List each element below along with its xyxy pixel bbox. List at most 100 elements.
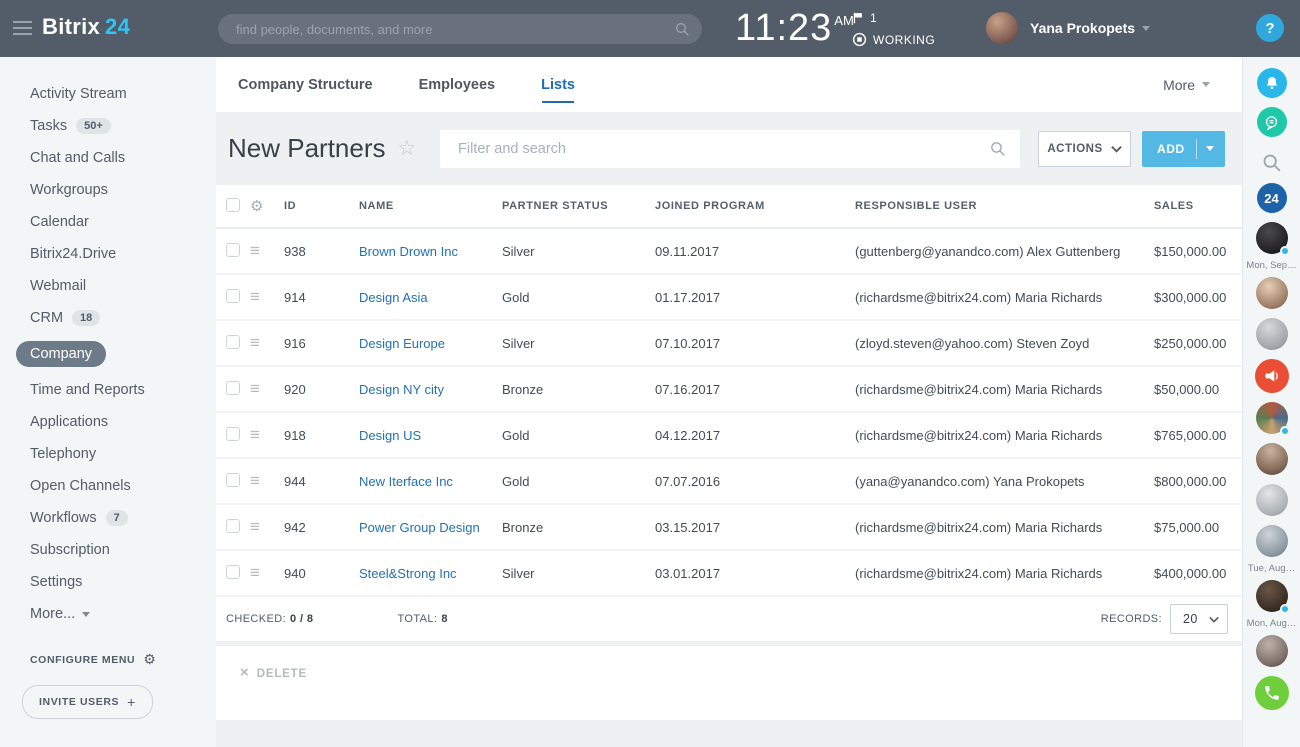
sidebar-item-calendar[interactable]: Calendar (0, 206, 216, 238)
row-checkbox[interactable] (226, 335, 240, 349)
chat-avatar[interactable] (1256, 580, 1288, 612)
partner-name-link[interactable]: Design NY city (359, 382, 444, 397)
sidebar-item-open-channels[interactable]: Open Channels (0, 470, 216, 502)
chat-avatar[interactable] (1256, 443, 1288, 475)
working-status[interactable]: WORKING (852, 32, 935, 47)
row-menu-icon[interactable]: ≡ (250, 333, 260, 352)
partner-name-link[interactable]: Steel&Strong Inc (359, 566, 457, 581)
telephony-button[interactable] (1255, 676, 1289, 710)
row-menu-icon[interactable]: ≡ (250, 379, 260, 398)
row-checkbox[interactable] (226, 289, 240, 303)
checked-value: 0 / 8 (290, 613, 313, 625)
tab-lists[interactable]: Lists (541, 77, 575, 93)
filter-input[interactable] (440, 141, 989, 157)
partner-name-link[interactable]: New Iterface Inc (359, 474, 453, 489)
column-header-status[interactable]: PARTNER STATUS (502, 200, 655, 212)
chat-avatar[interactable] (1256, 222, 1288, 254)
sidebar-item-subscription[interactable]: Subscription (0, 534, 216, 566)
chat-avatar[interactable] (1256, 402, 1288, 434)
bulk-delete-button[interactable]: × DELETE (216, 646, 1242, 720)
row-checkbox[interactable] (226, 243, 240, 257)
sidebar-item-workflows[interactable]: Workflows 7 (0, 502, 216, 534)
table-row[interactable]: ≡ 914 Design Asia Gold 01.17.2017 (richa… (216, 275, 1242, 321)
menu-icon[interactable] (13, 21, 32, 39)
partner-name-link[interactable]: Design US (359, 428, 421, 443)
sidebar-item-chat-and-calls[interactable]: Chat and Calls (0, 142, 216, 174)
chat-avatar[interactable] (1256, 484, 1288, 516)
search-icon[interactable] (989, 140, 1006, 157)
user-menu[interactable]: Yana Prokopets (986, 12, 1150, 44)
bitrix24-badge[interactable]: 24 (1257, 183, 1287, 213)
select-all-checkbox[interactable] (226, 198, 240, 212)
global-search-input[interactable] (218, 22, 674, 37)
row-menu-icon[interactable]: ≡ (250, 287, 260, 306)
actions-button[interactable]: ACTIONS (1038, 131, 1131, 167)
invite-users-button[interactable]: INVITE USERS + (22, 685, 153, 719)
add-dropdown-icon[interactable] (1206, 146, 1214, 151)
flag-counter[interactable]: 1 (852, 11, 935, 25)
chat-avatar[interactable] (1256, 277, 1288, 309)
chat-avatar[interactable] (1256, 318, 1288, 350)
sidebar-item-telephony[interactable]: Telephony (0, 438, 216, 470)
announcements-button[interactable] (1255, 359, 1289, 393)
bitrix24-logo[interactable]: Bitrix24 (42, 14, 130, 40)
table-row[interactable]: ≡ 942 Power Group Design Bronze 03.15.20… (216, 505, 1242, 551)
column-header-responsible[interactable]: RESPONSIBLE USER (855, 200, 1154, 212)
sidebar-item-webmail[interactable]: Webmail (0, 270, 216, 302)
logo-brand: Bitrix (42, 14, 100, 39)
table-row[interactable]: ≡ 916 Design Europe Silver 07.10.2017 (z… (216, 321, 1242, 367)
row-menu-icon[interactable]: ≡ (250, 471, 260, 490)
table-footer: CHECKED: 0 / 8 TOTAL: 8 RECORDS: 20 (216, 597, 1242, 641)
sidebar-item-applications[interactable]: Applications (0, 406, 216, 438)
row-menu-icon[interactable]: ≡ (250, 517, 260, 536)
cell-sales: $400,000.00 (1154, 566, 1242, 581)
row-checkbox[interactable] (226, 565, 240, 579)
row-menu-icon[interactable]: ≡ (250, 563, 260, 582)
chat-avatar[interactable] (1256, 525, 1288, 557)
sidebar-item-tasks[interactable]: Tasks 50+ (0, 110, 216, 142)
table-row[interactable]: ≡ 938 Brown Drown Inc Silver 09.11.2017 … (216, 229, 1242, 275)
sidebar-item-company[interactable]: Company (0, 334, 216, 374)
sidebar-item-crm[interactable]: CRM 18 (0, 302, 216, 334)
chat-button[interactable] (1257, 107, 1287, 137)
partner-name-link[interactable]: Design Asia (359, 290, 428, 305)
partner-name-link[interactable]: Design Europe (359, 336, 445, 351)
grid-settings-gear-icon[interactable]: ⚙ (250, 198, 264, 215)
row-checkbox[interactable] (226, 473, 240, 487)
table-row[interactable]: ≡ 920 Design NY city Bronze 07.16.2017 (… (216, 367, 1242, 413)
rail-search-icon[interactable] (1261, 152, 1282, 173)
partner-name-link[interactable]: Power Group Design (359, 520, 480, 535)
add-button[interactable]: ADD (1142, 131, 1225, 167)
row-checkbox[interactable] (226, 381, 240, 395)
row-menu-icon[interactable]: ≡ (250, 241, 260, 260)
chat-avatar[interactable] (1256, 635, 1288, 667)
sidebar-item-time-and-reports[interactable]: Time and Reports (0, 374, 216, 406)
sidebar-item-more-[interactable]: More... (0, 598, 216, 630)
column-header-name[interactable]: NAME (359, 200, 502, 212)
records-select[interactable]: 20 (1170, 604, 1228, 634)
filter-search[interactable] (440, 130, 1020, 168)
help-button[interactable]: ? (1256, 14, 1284, 42)
row-checkbox[interactable] (226, 427, 240, 441)
column-header-sales[interactable]: SALES (1154, 200, 1242, 212)
sidebar-item-workgroups[interactable]: Workgroups (0, 174, 216, 206)
sidebar-item-activity-stream[interactable]: Activity Stream (0, 78, 216, 110)
favorite-star-icon[interactable]: ☆ (398, 136, 417, 161)
global-search[interactable] (218, 14, 702, 44)
configure-menu-button[interactable]: CONFIGURE MENU ⚙ (0, 651, 216, 668)
table-row[interactable]: ≡ 918 Design US Gold 04.12.2017 (richard… (216, 413, 1242, 459)
sidebar-item-settings[interactable]: Settings (0, 566, 216, 598)
more-dropdown[interactable]: More (1163, 77, 1210, 93)
column-header-id[interactable]: ID (284, 200, 359, 212)
cell-id: 920 (284, 382, 359, 397)
notifications-button[interactable] (1257, 68, 1287, 98)
row-menu-icon[interactable]: ≡ (250, 425, 260, 444)
column-header-joined[interactable]: JOINED PROGRAM (655, 200, 855, 212)
table-row[interactable]: ≡ 940 Steel&Strong Inc Silver 03.01.2017… (216, 551, 1242, 597)
tab-company-structure[interactable]: Company Structure (238, 77, 373, 93)
partner-name-link[interactable]: Brown Drown Inc (359, 244, 458, 259)
table-row[interactable]: ≡ 944 New Iterface Inc Gold 07.07.2016 (… (216, 459, 1242, 505)
tab-employees[interactable]: Employees (419, 77, 496, 93)
row-checkbox[interactable] (226, 519, 240, 533)
sidebar-item-bitrix24-drive[interactable]: Bitrix24.Drive (0, 238, 216, 270)
